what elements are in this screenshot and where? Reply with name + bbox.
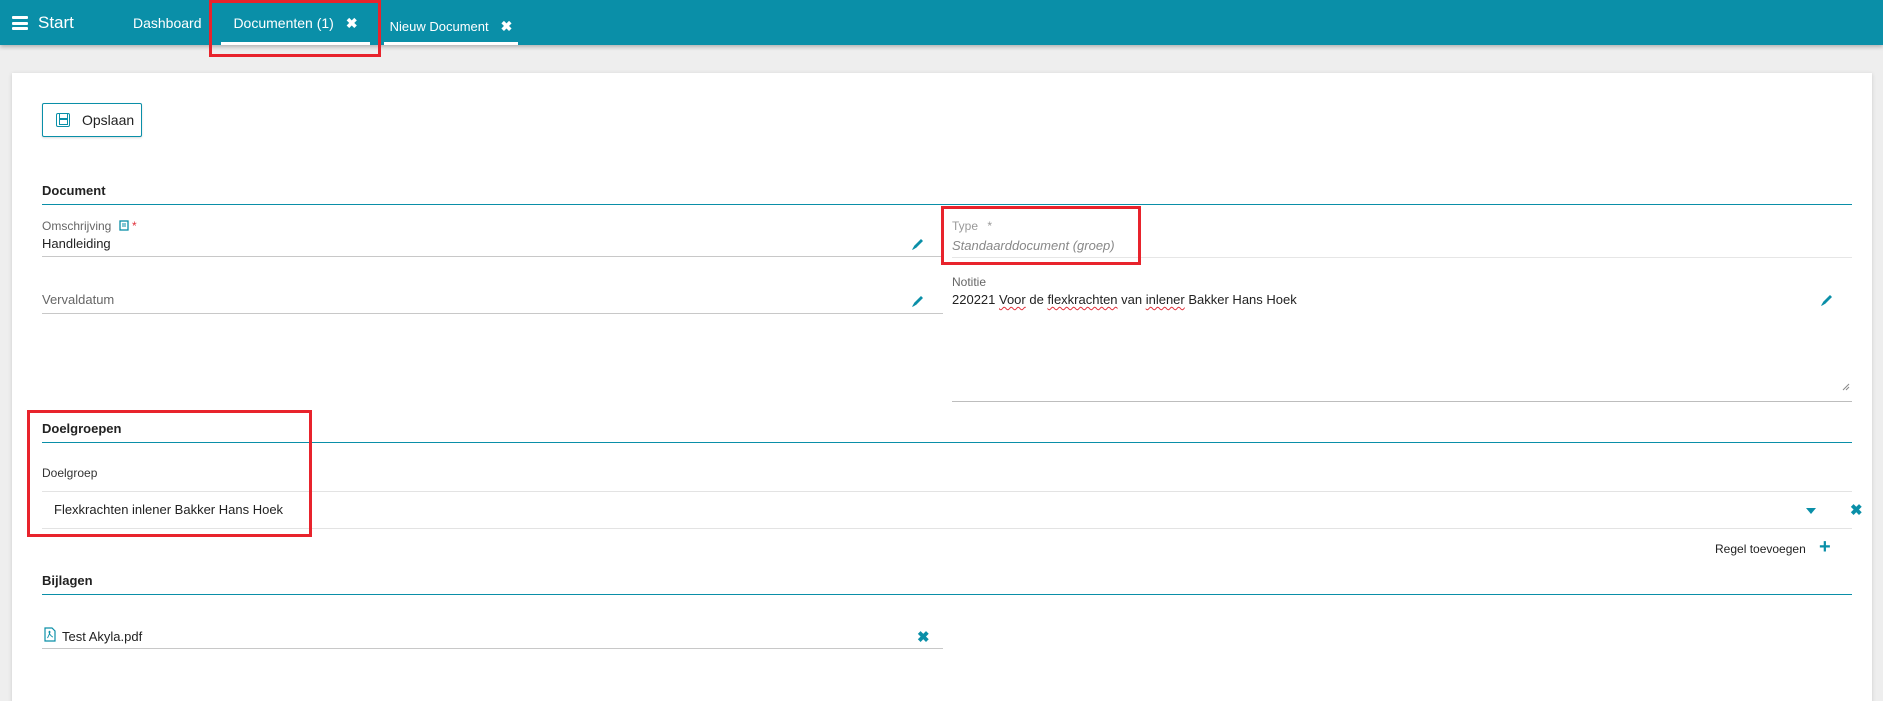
tab-nieuw-document[interactable]: Nieuw Document ✖: [384, 7, 518, 45]
top-navigation-bar: Start Dashboard Documenten (1) ✖ Nieuw D…: [0, 0, 1883, 45]
start-label: Start: [38, 13, 74, 32]
close-icon[interactable]: ✖: [346, 16, 358, 30]
section-divider: [42, 594, 1852, 595]
notitie-text: van: [1117, 292, 1146, 307]
doelgroep-select[interactable]: Flexkrachten inlener Bakker Hans Hoek ✖: [42, 491, 1863, 529]
resize-handle-icon[interactable]: [1842, 383, 1850, 391]
tab-nieuw-document-label: Nieuw Document: [389, 18, 489, 34]
save-button[interactable]: Opslaan: [42, 103, 142, 137]
notitie-text: flexkrachten: [1047, 292, 1118, 307]
notitie-text: 220221: [952, 292, 999, 307]
attachment-link[interactable]: Test Akyla.pdf: [62, 629, 142, 644]
tab-dashboard[interactable]: Dashboard: [133, 0, 202, 45]
plus-icon[interactable]: +: [1819, 537, 1831, 557]
omschrijving-field[interactable]: Handleiding: [42, 236, 111, 251]
required-marker: *: [132, 219, 137, 233]
section-divider: [42, 442, 1852, 443]
save-button-label: Opslaan: [82, 112, 135, 128]
book-icon: [119, 220, 129, 231]
field-underline: [952, 401, 1852, 402]
chevron-down-icon[interactable]: [1806, 508, 1816, 514]
vervaldatum-field[interactable]: [42, 313, 943, 314]
pencil-icon[interactable]: [1820, 293, 1834, 307]
type-label-text: Type: [952, 219, 979, 233]
notitie-label: Notitie: [952, 275, 987, 289]
field-underline: [952, 257, 1852, 258]
field-underline: [42, 648, 943, 649]
notitie-text: Voor: [999, 292, 1026, 307]
type-field: Standaarddocument (groep): [952, 238, 1115, 253]
type-label: Type *: [952, 219, 992, 233]
pdf-file-icon: [44, 627, 56, 642]
pencil-icon[interactable]: [911, 237, 925, 251]
vervaldatum-label: Vervaldatum: [42, 292, 115, 307]
close-icon[interactable]: ✖: [501, 19, 513, 33]
tab-documenten-label: Documenten (1): [233, 14, 334, 31]
section-title-document: Document: [42, 183, 106, 198]
add-row-label[interactable]: Regel toevoegen: [1715, 542, 1806, 556]
notitie-text: inlener: [1145, 292, 1185, 307]
remove-attachment-icon[interactable]: ✖: [917, 630, 930, 645]
tab-documenten[interactable]: Documenten (1) ✖: [221, 0, 370, 45]
notitie-text: Bakker Hans Hoek: [1184, 292, 1297, 307]
document-form-card: Opslaan Document Omschrijving * Handleid…: [12, 73, 1872, 701]
doelgroep-column-label: Doelgroep: [42, 466, 98, 480]
pencil-icon[interactable]: [911, 294, 925, 308]
remove-icon[interactable]: ✖: [1850, 503, 1863, 518]
hamburger-icon: [12, 16, 28, 30]
section-title-bijlagen: Bijlagen: [42, 573, 93, 588]
notitie-text: de: [1025, 292, 1048, 307]
required-marker: *: [987, 219, 993, 233]
omschrijving-label-text: Omschrijving: [42, 219, 112, 233]
section-title-doelgroepen: Doelgroepen: [42, 421, 122, 436]
floppy-disk-icon: [56, 113, 70, 127]
field-underline: [42, 256, 943, 257]
omschrijving-label: Omschrijving *: [42, 219, 137, 233]
section-divider: [42, 204, 1852, 205]
doelgroep-value: Flexkrachten inlener Bakker Hans Hoek: [54, 502, 284, 517]
main-menu-button[interactable]: Start: [12, 12, 74, 34]
tab-dashboard-label: Dashboard: [133, 14, 202, 31]
notitie-textarea[interactable]: 220221 Voor de flexkrachten van inlener …: [952, 292, 1297, 307]
